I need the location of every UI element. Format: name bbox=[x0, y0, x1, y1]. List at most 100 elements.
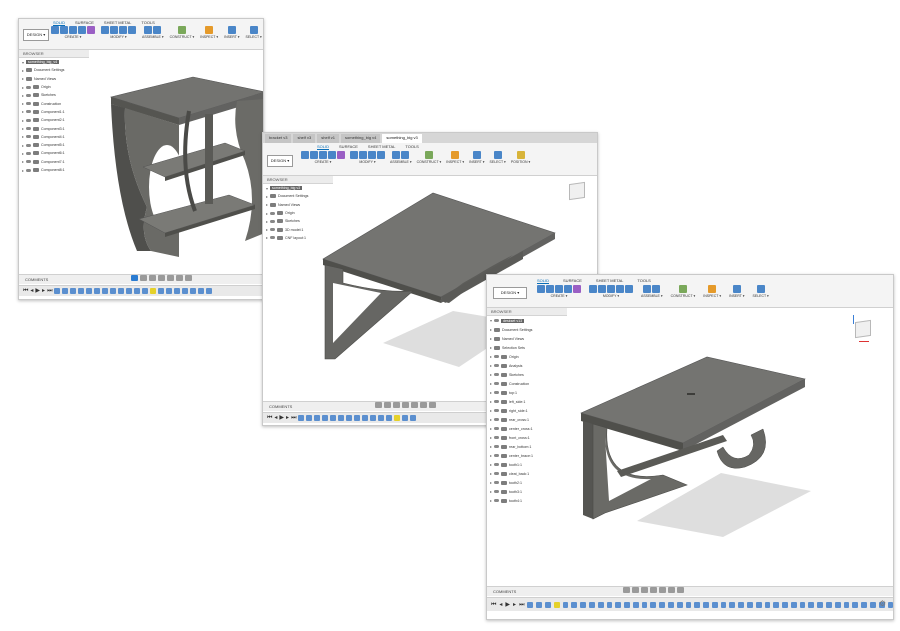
timeline-end-icon[interactable]: ⏭ bbox=[519, 602, 524, 608]
timeline-feature[interactable] bbox=[861, 601, 867, 608]
timeline-feature[interactable] bbox=[887, 601, 893, 608]
play-icon[interactable]: ▶ bbox=[505, 602, 510, 608]
viewcube[interactable] bbox=[855, 319, 871, 339]
timeline-feature[interactable] bbox=[354, 415, 361, 421]
timeline-start-icon[interactable]: ⏮ bbox=[491, 602, 496, 608]
timeline-feature[interactable] bbox=[62, 288, 69, 294]
step-back-icon[interactable]: ◂ bbox=[274, 415, 277, 421]
timeline-feature[interactable] bbox=[580, 601, 586, 608]
timeline-feature[interactable] bbox=[615, 601, 622, 608]
viewcube[interactable] bbox=[569, 181, 585, 201]
timeline-feature[interactable] bbox=[306, 415, 313, 421]
timeline-feature[interactable] bbox=[346, 415, 353, 421]
timeline-start-icon[interactable]: ⏮ bbox=[267, 415, 272, 421]
timeline-feature[interactable] bbox=[78, 288, 85, 294]
grid-icon[interactable] bbox=[420, 402, 427, 408]
zoom-icon[interactable] bbox=[393, 402, 400, 408]
timeline-feature[interactable] bbox=[118, 288, 125, 294]
timeline-feature[interactable] bbox=[174, 288, 181, 294]
timeline-feature[interactable] bbox=[826, 601, 832, 608]
timeline-feature[interactable] bbox=[134, 288, 141, 294]
timeline-feature[interactable] bbox=[703, 601, 709, 608]
timeline-feature[interactable] bbox=[729, 601, 736, 608]
play-icon[interactable]: ▶ bbox=[35, 288, 40, 294]
play-icon[interactable]: ▶ bbox=[279, 415, 284, 421]
model-viewport-table[interactable] bbox=[19, 19, 263, 299]
timeline-feature[interactable] bbox=[817, 601, 824, 608]
timeline-feature[interactable] bbox=[747, 601, 753, 608]
zoom-icon[interactable] bbox=[641, 587, 648, 593]
timeline-feature[interactable] bbox=[641, 601, 648, 608]
step-forward-icon[interactable]: ▸ bbox=[286, 415, 289, 421]
timeline-feature[interactable] bbox=[597, 601, 604, 608]
viewports-icon[interactable] bbox=[677, 587, 684, 593]
step-forward-icon[interactable]: ▸ bbox=[42, 288, 45, 294]
timeline-feature[interactable] bbox=[667, 601, 674, 608]
timeline-feature[interactable] bbox=[562, 601, 569, 608]
timeline-feature[interactable] bbox=[330, 415, 337, 421]
display-settings-icon[interactable] bbox=[659, 587, 666, 593]
timeline-feature[interactable] bbox=[314, 415, 321, 421]
grid-icon[interactable] bbox=[668, 587, 675, 593]
pan-icon[interactable] bbox=[632, 587, 639, 593]
timeline-feature[interactable] bbox=[869, 601, 876, 608]
fit-icon[interactable] bbox=[402, 402, 409, 408]
step-back-icon[interactable]: ◂ bbox=[499, 602, 502, 608]
timeline-feature[interactable] bbox=[536, 601, 543, 608]
timeline-feature[interactable] bbox=[54, 288, 61, 294]
timeline-feature[interactable] bbox=[166, 288, 173, 294]
orbit-icon[interactable] bbox=[375, 402, 382, 408]
timeline-feature-selected[interactable] bbox=[553, 601, 560, 608]
timeline-feature[interactable] bbox=[338, 415, 345, 421]
timeline-feature[interactable] bbox=[86, 288, 93, 294]
timeline-feature[interactable] bbox=[126, 288, 133, 294]
timeline-feature[interactable] bbox=[386, 415, 393, 421]
timeline-feature[interactable] bbox=[843, 601, 850, 608]
model-viewport-desk-shelf[interactable] bbox=[487, 275, 893, 619]
timeline-feature[interactable] bbox=[790, 601, 797, 608]
timeline-end-icon[interactable]: ⏭ bbox=[47, 288, 52, 294]
timeline-feature-selected[interactable] bbox=[394, 415, 401, 421]
timeline-feature[interactable] bbox=[720, 601, 727, 608]
step-back-icon[interactable]: ◂ bbox=[30, 288, 33, 294]
display-settings-icon[interactable] bbox=[411, 402, 418, 408]
timeline-feature[interactable] bbox=[632, 601, 639, 608]
timeline-feature[interactable] bbox=[527, 601, 534, 608]
timeline-feature[interactable] bbox=[799, 601, 806, 608]
timeline-feature[interactable] bbox=[624, 601, 630, 608]
viewports-icon[interactable] bbox=[429, 402, 436, 408]
timeline-feature[interactable] bbox=[142, 288, 149, 294]
timeline-feature[interactable] bbox=[676, 601, 683, 608]
timeline-feature[interactable] bbox=[694, 601, 701, 608]
timeline-feature[interactable] bbox=[370, 415, 377, 421]
timeline-feature[interactable] bbox=[206, 288, 213, 294]
timeline-feature[interactable] bbox=[685, 601, 692, 608]
timeline-feature[interactable] bbox=[298, 415, 305, 421]
viewports-icon[interactable] bbox=[185, 275, 192, 281]
timeline-feature[interactable] bbox=[764, 601, 771, 608]
orbit-icon[interactable] bbox=[623, 587, 630, 593]
timeline-feature[interactable] bbox=[659, 601, 665, 608]
timeline-feature[interactable] bbox=[70, 288, 77, 294]
timeline-feature[interactable] bbox=[94, 288, 101, 294]
grid-icon[interactable] bbox=[176, 275, 183, 281]
timeline-feature[interactable] bbox=[190, 288, 197, 294]
timeline-feature[interactable] bbox=[322, 415, 329, 421]
timeline-feature[interactable] bbox=[650, 601, 657, 608]
timeline-feature[interactable] bbox=[755, 601, 762, 608]
timeline-end-icon[interactable]: ⏭ bbox=[291, 415, 296, 421]
timeline-start-icon[interactable]: ⏮ bbox=[23, 288, 28, 294]
pan-icon[interactable] bbox=[384, 402, 391, 408]
timeline-feature[interactable] bbox=[571, 601, 578, 608]
timeline-feature[interactable] bbox=[198, 288, 205, 294]
timeline-feature[interactable] bbox=[102, 288, 109, 294]
display-settings-icon[interactable] bbox=[167, 275, 174, 281]
timeline-feature[interactable] bbox=[588, 601, 595, 608]
pan-icon[interactable] bbox=[140, 275, 147, 281]
timeline-feature[interactable] bbox=[110, 288, 117, 294]
timeline-feature[interactable] bbox=[852, 601, 859, 608]
orbit-icon[interactable] bbox=[131, 275, 138, 281]
timeline-feature[interactable] bbox=[378, 415, 385, 421]
timeline-feature[interactable] bbox=[773, 601, 780, 608]
timeline-feature[interactable] bbox=[606, 601, 613, 608]
